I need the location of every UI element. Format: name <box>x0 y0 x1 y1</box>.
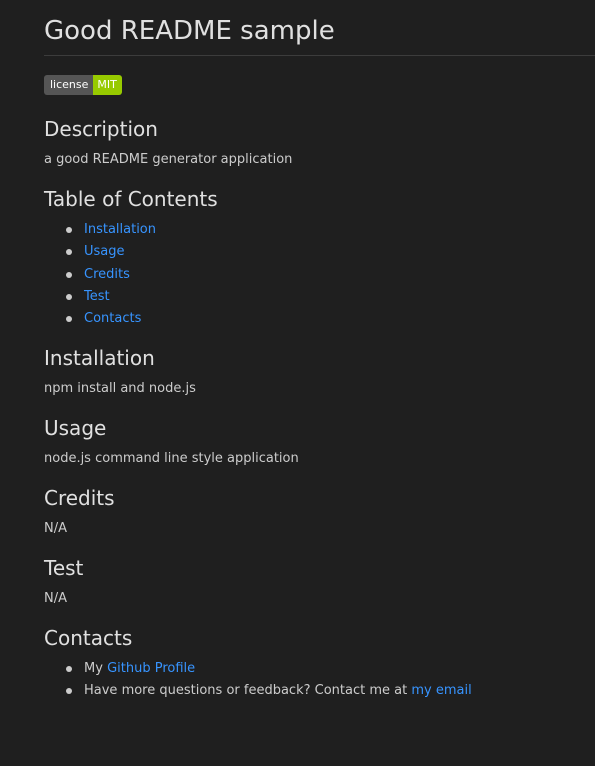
bullet <box>66 271 72 278</box>
contacts-list: My Github Profile Have more questions or… <box>44 658 472 703</box>
toc-item-contacts: Contacts <box>44 308 156 330</box>
usage-text: node.js command line style application <box>44 451 299 466</box>
installation-heading: Installation <box>44 346 155 370</box>
test-text: N/A <box>44 591 67 606</box>
github-profile-link[interactable]: Github Profile <box>107 661 195 676</box>
badge-label: license <box>44 75 94 95</box>
bullet <box>66 688 72 695</box>
description-heading: Description <box>44 117 158 141</box>
contacts-heading: Contacts <box>44 626 133 650</box>
toc-item-installation: Installation <box>44 219 156 241</box>
bullet <box>66 293 72 300</box>
badge-value: MIT <box>93 75 122 95</box>
toc-heading: Table of Contents <box>44 187 218 211</box>
bullet <box>66 316 72 322</box>
email-link[interactable]: my email <box>411 683 471 698</box>
toc-link-installation[interactable]: Installation <box>84 222 156 237</box>
installation-text: npm install and node.js <box>44 381 196 396</box>
toc-item-usage: Usage <box>44 241 156 263</box>
bullet <box>66 249 72 256</box>
toc-link-contacts[interactable]: Contacts <box>84 311 141 326</box>
github-prefix: My <box>84 661 103 676</box>
description-text: a good README generator application <box>44 152 293 167</box>
contacts-item-github: My Github Profile <box>44 658 472 680</box>
page-title: Good README sample <box>44 16 335 46</box>
toc-list: Installation Usage Credits Test Contacts <box>44 219 156 330</box>
credits-text: N/A <box>44 521 67 536</box>
credits-heading: Credits <box>44 486 115 510</box>
toc-item-test: Test <box>44 286 156 308</box>
toc-link-test[interactable]: Test <box>84 289 110 304</box>
test-heading: Test <box>44 556 84 580</box>
toc-link-credits[interactable]: Credits <box>84 267 130 282</box>
license-badge[interactable]: license MIT <box>44 75 122 95</box>
markdown-preview: Good README sample license MIT Descripti… <box>0 0 595 766</box>
email-prefix: Have more questions or feedback? Contact… <box>84 683 408 699</box>
toc-link-usage[interactable]: Usage <box>84 244 125 259</box>
contacts-item-email: Have more questions or feedback? Contact… <box>44 680 472 702</box>
toc-item-credits: Credits <box>44 264 156 286</box>
title-divider <box>44 55 595 56</box>
bullet <box>66 227 72 233</box>
usage-heading: Usage <box>44 416 107 440</box>
bullet <box>66 666 72 672</box>
